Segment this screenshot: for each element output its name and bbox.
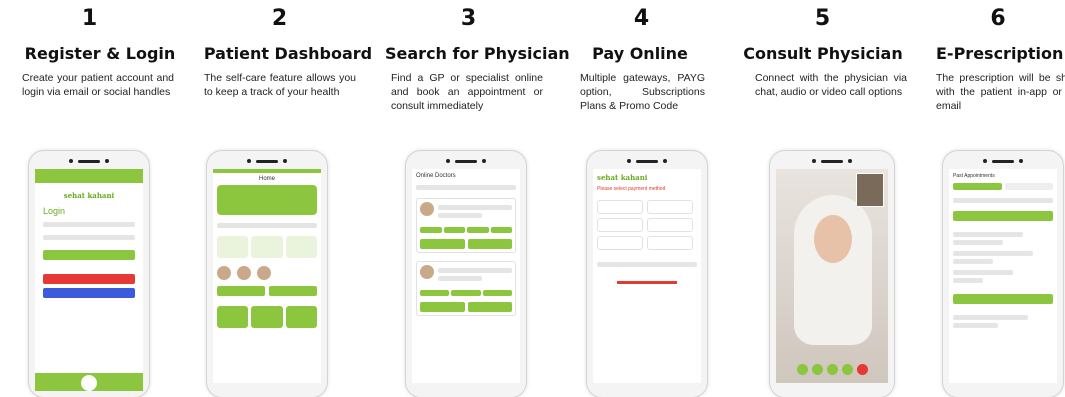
step-description: The self-care feature allows you to keep… (204, 72, 356, 98)
labs-section-bar (953, 294, 1053, 304)
speaker-icon[interactable] (841, 364, 853, 375)
search-input[interactable] (217, 223, 317, 228)
phone-mockup-video-call (769, 150, 895, 397)
search-input[interactable] (416, 185, 516, 190)
tab-prescription[interactable] (953, 183, 1002, 190)
payment-option[interactable] (647, 218, 693, 232)
phone-mockup-dashboard: Home (206, 150, 328, 397)
promo-banner[interactable] (217, 185, 317, 215)
payment-option[interactable] (647, 236, 693, 250)
search-screen: Online Doctors (412, 169, 520, 383)
search-header: Online Doctors (416, 173, 456, 179)
phone-mockup-prescription: Past Appointments (942, 150, 1064, 397)
phone-mockup-login: sehat kahani Login (28, 150, 150, 397)
password-field[interactable] (43, 235, 135, 240)
step-description: The prescription will be shared with the… (936, 72, 1065, 112)
step-number: 5 (814, 6, 831, 31)
end-call-icon[interactable] (856, 364, 868, 375)
step-description: Find a GP or specialist online and book … (391, 72, 543, 112)
payment-methods (593, 196, 701, 254)
payment-option[interactable] (597, 218, 643, 232)
doctor-avatar[interactable] (257, 266, 271, 280)
email-field[interactable] (43, 222, 135, 227)
video-toggle-icon[interactable] (796, 364, 808, 375)
app-logo: sehat kahani (63, 191, 115, 200)
dashboard-screen: Home (213, 169, 321, 383)
step-title: Patient Dashboard (203, 44, 373, 63)
payment-option[interactable] (647, 200, 693, 214)
phone-speaker (627, 159, 667, 163)
doctor-card[interactable] (416, 261, 516, 316)
doctor-card[interactable] (416, 198, 516, 253)
step-number: 2 (271, 6, 288, 31)
doctor-avatar[interactable] (237, 266, 251, 280)
doctor-avatar[interactable] (217, 266, 231, 280)
step-title: Register & Login (24, 44, 176, 63)
step-consult-physician: 5 Consult Physician Connect with the phy… (743, 0, 930, 397)
tab-labs[interactable] (1004, 183, 1053, 190)
doctor-face (814, 215, 852, 263)
step-title: Consult Physician (743, 44, 903, 63)
prescription-screen: Past Appointments (949, 169, 1057, 383)
call-controls (776, 364, 888, 375)
google-login-button[interactable] (43, 274, 135, 284)
step-e-prescription: 6 E-Prescription The prescription will b… (936, 0, 1065, 397)
specialities-grid (217, 306, 317, 328)
payment-option[interactable] (597, 200, 643, 214)
video-call-screen (776, 169, 888, 383)
step-search-physician: 3 Search for Physician Find a GP or spec… (385, 0, 570, 397)
step-title: Search for Physician (385, 44, 570, 63)
mic-icon[interactable] (811, 364, 823, 375)
step-title: E-Prescription (936, 44, 1064, 63)
phone-speaker (812, 159, 852, 163)
switch-camera-icon[interactable] (826, 364, 838, 375)
prescription-header: Past Appointments (953, 173, 995, 179)
feature-grid (217, 236, 317, 258)
login-heading: Login (43, 206, 66, 216)
phone-speaker (983, 159, 1023, 163)
login-button[interactable] (43, 250, 135, 260)
phone-speaker (247, 159, 287, 163)
phone-speaker (69, 159, 109, 163)
pay-screen: sehat kahani Please select payment metho… (593, 169, 701, 383)
step-patient-dashboard: 2 Patient Dashboard The self-care featur… (204, 0, 379, 397)
payment-option[interactable] (597, 236, 643, 250)
step-description: Multiple gateways, PAYG option, Subscrip… (580, 72, 705, 112)
coupon-link[interactable] (617, 281, 677, 284)
prescription-tabs (949, 183, 1057, 190)
step-pay-online: 4 Pay Online Multiple gateways, PAYG opt… (580, 0, 755, 397)
step-number: 3 (460, 6, 477, 31)
facebook-login-button[interactable] (43, 288, 135, 298)
prescription-section-bar (953, 211, 1053, 221)
app-logo: sehat kahani (597, 173, 648, 182)
self-view-thumbnail[interactable] (856, 173, 884, 207)
status-bar (35, 169, 143, 183)
home-button[interactable] (81, 375, 97, 391)
phone-speaker (446, 159, 486, 163)
step-number: 6 (990, 6, 1006, 31)
online-doctors-row (217, 266, 317, 280)
login-screen: sehat kahani Login (35, 169, 143, 383)
step-title: Pay Online (592, 44, 688, 63)
step-number: 1 (81, 6, 98, 31)
dashboard-header: Home (258, 176, 275, 182)
step-description: Create your patient account and login vi… (22, 72, 174, 98)
step-number: 4 (633, 6, 650, 31)
step-description: Connect with the physician via chat, aud… (755, 72, 907, 98)
phone-mockup-search: Online Doctors (405, 150, 527, 397)
step-register-login: 1 Register & Login Create your patient a… (22, 0, 197, 397)
phone-mockup-pay: sehat kahani Please select payment metho… (586, 150, 708, 397)
payment-heading: Please select payment method (597, 186, 666, 192)
